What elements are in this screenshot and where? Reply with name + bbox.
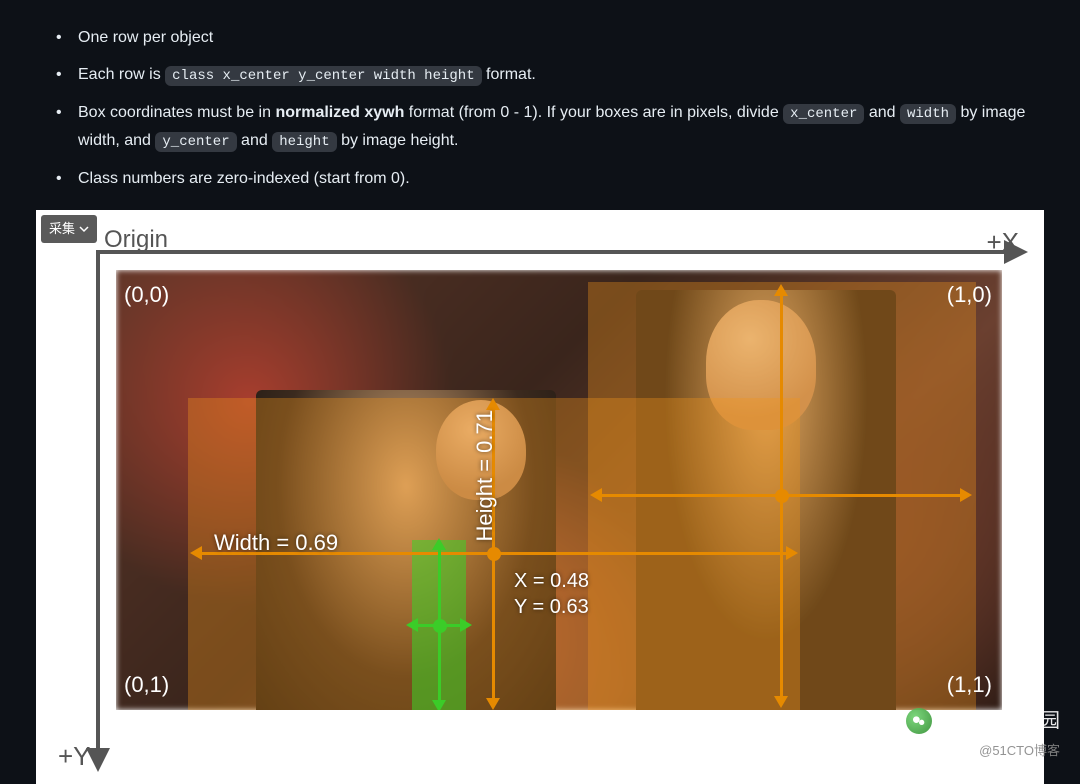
wechat-icon: [906, 708, 932, 734]
rule-normalized: Box coordinates must be in normalized xy…: [56, 99, 1044, 155]
person-right: [636, 290, 896, 710]
y-axis-arrow: [96, 250, 100, 760]
normalized-xywh-bold: normalized xywh: [275, 104, 404, 121]
collect-button[interactable]: 采集: [41, 215, 97, 243]
origin-label: Origin: [104, 220, 168, 261]
watermark-title: 码农的后花园: [940, 704, 1060, 738]
corner-11: (1,1): [947, 666, 992, 703]
watermark: 码农的后花园 @51CTO博客: [906, 704, 1060, 762]
rule-zero-indexed: Class numbers are zero-indexed (start fr…: [56, 165, 1044, 192]
height-code: height: [272, 132, 336, 152]
corner-00: (0,0): [124, 276, 169, 313]
x-axis-arrow: [96, 250, 1016, 254]
width-annotation: Width = 0.69: [214, 524, 338, 561]
format-rules-list: One row per object Each row is class x_c…: [36, 24, 1044, 192]
example-image: Width = 0.69 Height = 0.71 X = 0.48 Y = …: [116, 270, 1002, 710]
chevron-down-icon: [79, 224, 89, 234]
xcenter-code: x_center: [783, 104, 864, 124]
coordinate-diagram: 采集 Origin +X +Y Width = 0.69 Height = 0.…: [36, 210, 1044, 784]
height-annotation: Height = 0.71: [466, 410, 503, 541]
center-dot-tie: [433, 619, 447, 633]
center-y-annotation: Y = 0.63: [514, 590, 589, 624]
width-code: width: [900, 104, 956, 124]
ycenter-code: y_center: [155, 132, 236, 152]
rule-row-format: Each row is class x_center y_center widt…: [56, 61, 1044, 89]
center-dot-right-box: [775, 489, 789, 503]
rule-one-row: One row per object: [56, 24, 1044, 51]
corner-01: (0,1): [124, 666, 169, 703]
format-code: class x_center y_center width height: [165, 66, 481, 86]
center-dot-left-box: [487, 547, 501, 561]
watermark-subtitle: @51CTO博客: [979, 740, 1060, 762]
corner-10: (1,0): [947, 276, 992, 313]
